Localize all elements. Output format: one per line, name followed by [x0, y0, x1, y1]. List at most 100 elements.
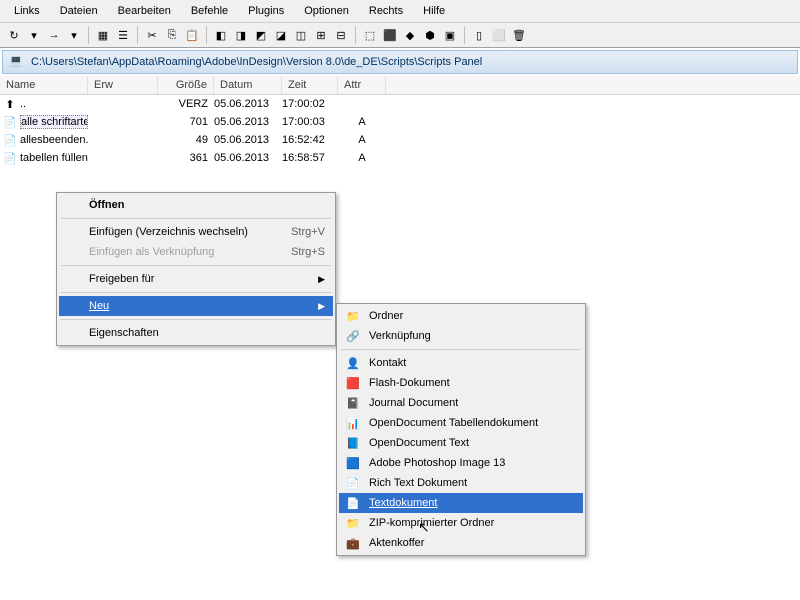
tool-icon[interactable]: ◩ — [252, 26, 270, 44]
header-size[interactable]: Größe — [158, 76, 214, 94]
submenu-item[interactable]: 📄Textdokument — [339, 493, 583, 513]
contact-icon: 👤 — [345, 355, 361, 371]
file-attr: A — [338, 134, 386, 146]
grid-icon[interactable]: ▦ — [94, 26, 112, 44]
file-icon: 📄 — [2, 114, 18, 130]
tool-icon[interactable]: 🗑 — [510, 26, 528, 44]
menu-properties[interactable]: Eigenschaften — [59, 323, 333, 343]
header-ext[interactable]: Erw — [88, 76, 158, 94]
submenu-label: Verknüpfung — [369, 330, 431, 342]
submenu-item[interactable]: 📓 Journal Document — [339, 393, 583, 413]
file-time: 17:00:03 — [282, 116, 338, 128]
file-size: VERZ — [158, 98, 214, 110]
menu-paste-link: Einfügen als VerknüpfungStrg+S — [59, 242, 333, 262]
menu-share[interactable]: Freigeben für▶ — [59, 269, 333, 289]
tool-icon[interactable]: ◪ — [272, 26, 290, 44]
tool-icon[interactable]: ◨ — [232, 26, 250, 44]
tool-icon[interactable]: ⬢ — [421, 26, 439, 44]
tool-icon[interactable]: ⬚ — [361, 26, 379, 44]
submenu-item[interactable]: 👤 Kontakt — [339, 353, 583, 373]
context-submenu-new: 📁Ordner🔗Verknüpfung👤Kontakt🟥Flash-Dokume… — [336, 303, 586, 556]
file-date: 05.06.2013 — [214, 98, 282, 110]
flash-icon: 🟥 — [345, 375, 361, 391]
tool-icon[interactable]: ▯ — [470, 26, 488, 44]
tool-icon[interactable]: ⊞ — [312, 26, 330, 44]
header-attr[interactable]: Attr — [338, 76, 386, 94]
submenu-item[interactable]: 💼 Aktenkoffer — [339, 533, 583, 553]
menu-befehle[interactable]: Befehle — [181, 2, 238, 20]
header-name[interactable]: Name — [0, 76, 88, 94]
header-time[interactable]: Zeit — [282, 76, 338, 94]
submenu-item[interactable]: 📁Ordner — [339, 306, 583, 326]
menu-paste[interactable]: Einfügen (Verzeichnis wechseln)Strg+V — [59, 222, 333, 242]
rtf-icon: 📄 — [345, 475, 361, 491]
submenu-label: Flash-Dokument — [369, 377, 450, 389]
forward-icon[interactable]: → — [45, 26, 63, 44]
submenu-label: Rich Text Dokument — [369, 477, 467, 489]
menu-hilfe[interactable]: Hilfe — [413, 2, 455, 20]
file-list: ⬆ .. VERZ 05.06.2013 17:00:02 📄 alle sch… — [0, 95, 800, 167]
drive-icon: 💻 — [9, 54, 25, 70]
tool-icon[interactable]: ◧ — [212, 26, 230, 44]
menubar: Links Dateien Bearbeiten Befehle Plugins… — [0, 0, 800, 23]
submenu-label: OpenDocument Text — [369, 437, 469, 449]
submenu-label: Adobe Photoshop Image 13 — [369, 457, 505, 469]
context-menu: Öffnen Einfügen (Verzeichnis wechseln)St… — [56, 192, 336, 346]
cut-icon[interactable]: ✂ — [143, 26, 161, 44]
journal-icon: 📓 — [345, 395, 361, 411]
file-date: 05.06.2013 — [214, 134, 282, 146]
tool-icon[interactable]: ⊟ — [332, 26, 350, 44]
submenu-item[interactable]: 📁 ZIP-komprimierter Ordner — [339, 513, 583, 533]
submenu-item[interactable]: 🟥 Flash-Dokument — [339, 373, 583, 393]
submenu-item[interactable]: 📘OpenDocument Text — [339, 433, 583, 453]
tool-icon[interactable]: ⬜ — [490, 26, 508, 44]
menu-dateien[interactable]: Dateien — [50, 2, 108, 20]
menu-optionen[interactable]: Optionen — [294, 2, 359, 20]
tool-icon[interactable]: ⬛ — [381, 26, 399, 44]
file-row[interactable]: 📄 tabellen füllen.jsx 361 05.06.2013 16:… — [0, 149, 800, 167]
submenu-label: Textdokument — [369, 497, 437, 509]
column-headers: Name Erw Größe Datum Zeit Attr — [0, 76, 800, 95]
dropdown-icon[interactable]: ▾ — [65, 26, 83, 44]
submenu-label: Aktenkoffer — [369, 537, 424, 549]
list-icon[interactable]: ☰ — [114, 26, 132, 44]
file-attr: A — [338, 152, 386, 164]
menu-plugins[interactable]: Plugins — [238, 2, 294, 20]
menu-links[interactable]: Links — [4, 2, 50, 20]
zip-icon: 📁 — [345, 515, 361, 531]
menu-open[interactable]: Öffnen — [59, 195, 333, 215]
file-icon: 📄 — [2, 150, 18, 166]
file-time: 16:52:42 — [282, 134, 338, 146]
tool-icon[interactable]: ◆ — [401, 26, 419, 44]
file-size: 361 — [158, 152, 214, 164]
tool-icon[interactable]: ◫ — [292, 26, 310, 44]
submenu-item[interactable]: 🔗Verknüpfung — [339, 326, 583, 346]
copy-icon[interactable]: ⎘ — [163, 26, 181, 44]
submenu-item[interactable]: 📊OpenDocument Tabellendokument — [339, 413, 583, 433]
file-icon: ⬆ — [2, 96, 18, 112]
header-date[interactable]: Datum — [214, 76, 282, 94]
tool-icon[interactable]: ▣ — [441, 26, 459, 44]
paste-icon[interactable]: 📋 — [183, 26, 201, 44]
menu-new[interactable]: Neu▶ — [59, 296, 333, 316]
file-name: alle schriftarten.jsx — [20, 115, 88, 129]
dropdown-icon[interactable]: ▾ — [25, 26, 43, 44]
submenu-label: OpenDocument Tabellendokument — [369, 417, 538, 429]
submenu-item[interactable]: 📄 Rich Text Dokument — [339, 473, 583, 493]
file-row[interactable]: 📄 allesbeenden.jsx 49 05.06.2013 16:52:4… — [0, 131, 800, 149]
refresh-icon[interactable]: ↻ — [5, 26, 23, 44]
submenu-label: Ordner — [369, 310, 403, 322]
file-row[interactable]: ⬆ .. VERZ 05.06.2013 17:00:02 — [0, 95, 800, 113]
menu-bearbeiten[interactable]: Bearbeiten — [108, 2, 181, 20]
file-row[interactable]: 📄 alle schriftarten.jsx 701 05.06.2013 1… — [0, 113, 800, 131]
path-bar[interactable]: 💻 C:\Users\Stefan\AppData\Roaming\Adobe\… — [2, 50, 798, 74]
submenu-label: Journal Document — [369, 397, 458, 409]
brief-icon: 💼 — [345, 535, 361, 551]
submenu-label: ZIP-komprimierter Ordner — [369, 517, 494, 529]
submenu-item[interactable]: 🟦Adobe Photoshop Image 13 — [339, 453, 583, 473]
file-date: 05.06.2013 — [214, 116, 282, 128]
menu-rechts[interactable]: Rechts — [359, 2, 413, 20]
file-size: 701 — [158, 116, 214, 128]
submenu-label: Kontakt — [369, 357, 406, 369]
file-time: 17:00:02 — [282, 98, 338, 110]
